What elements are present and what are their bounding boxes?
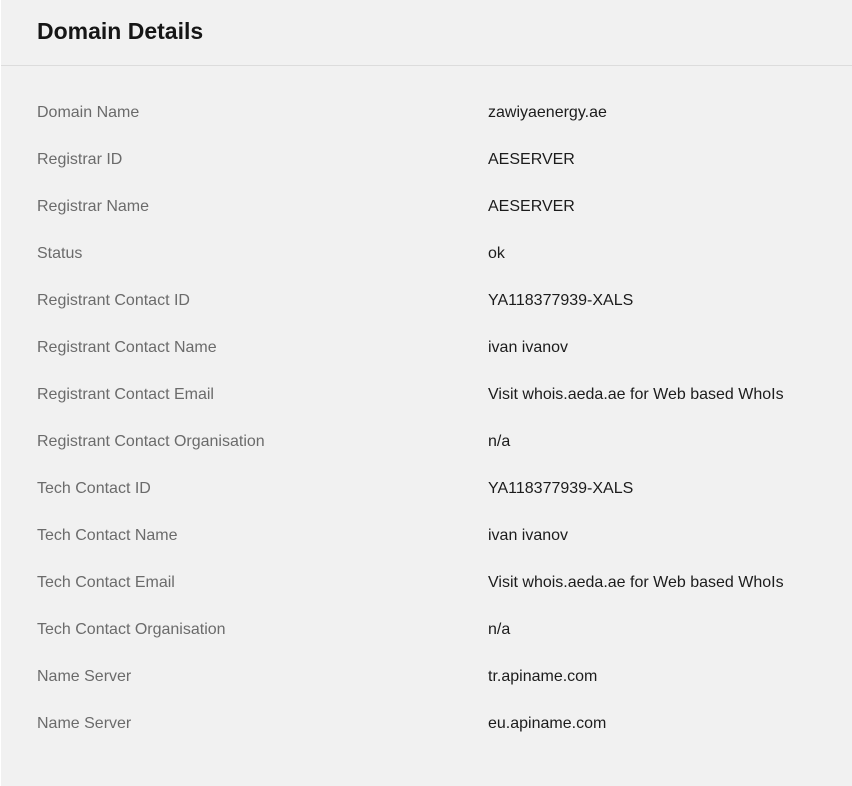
domain-details-card: Domain Details Domain Name zawiyaenergy.… (1, 0, 852, 786)
detail-label: Tech Contact Email (37, 574, 175, 591)
detail-value: AESERVER (488, 151, 575, 168)
details-list: Domain Name zawiyaenergy.ae Registrar ID… (1, 89, 852, 747)
detail-row-status: Status ok (1, 230, 852, 277)
detail-value: Visit whois.aeda.ae for Web based WhoIs (488, 386, 784, 403)
page-title: Domain Details (37, 18, 204, 44)
detail-label: Name Server (37, 715, 132, 732)
detail-label: Tech Contact Organisation (37, 621, 226, 638)
detail-value: YA118377939-XALS (488, 292, 634, 309)
detail-label: Domain Name (37, 104, 140, 121)
detail-value: zawiyaenergy.ae (488, 104, 607, 121)
detail-row-domain-name: Domain Name zawiyaenergy.ae (1, 89, 852, 136)
detail-row-registrant-contact-organisation: Registrant Contact Organisation n/a (1, 418, 852, 465)
detail-row-registrant-contact-name: Registrant Contact Name ivan ivanov (1, 324, 852, 371)
detail-label: Registrant Contact Name (37, 339, 217, 356)
card-header: Domain Details (1, 0, 852, 66)
detail-row-name-server-1: Name Server tr.apiname.com (1, 653, 852, 700)
detail-value: eu.apiname.com (488, 715, 607, 732)
detail-row-tech-contact-organisation: Tech Contact Organisation n/a (1, 606, 852, 653)
detail-label: Tech Contact ID (37, 480, 151, 497)
detail-value: ivan ivanov (488, 527, 569, 544)
detail-value: YA118377939-XALS (488, 480, 634, 497)
detail-label: Registrar Name (37, 198, 150, 215)
detail-label: Name Server (37, 668, 132, 685)
detail-row-registrar-id: Registrar ID AESERVER (1, 136, 852, 183)
detail-row-tech-contact-name: Tech Contact Name ivan ivanov (1, 512, 852, 559)
detail-value: AESERVER (488, 198, 575, 215)
detail-row-tech-contact-email: Tech Contact Email Visit whois.aeda.ae f… (1, 559, 852, 606)
detail-label: Status (37, 245, 83, 262)
detail-label: Registrant Contact ID (37, 292, 190, 309)
detail-label: Registrant Contact Email (37, 386, 214, 403)
detail-label: Registrant Contact Organisation (37, 433, 265, 450)
detail-row-name-server-2: Name Server eu.apiname.com (1, 700, 852, 747)
detail-value: n/a (488, 433, 511, 450)
detail-value: Visit whois.aeda.ae for Web based WhoIs (488, 574, 784, 591)
detail-value: tr.apiname.com (488, 668, 598, 685)
detail-value: ok (488, 245, 505, 262)
detail-label: Tech Contact Name (37, 527, 178, 544)
detail-row-registrar-name: Registrar Name AESERVER (1, 183, 852, 230)
detail-row-registrant-contact-email: Registrant Contact Email Visit whois.aed… (1, 371, 852, 418)
detail-value: ivan ivanov (488, 339, 569, 356)
detail-row-registrant-contact-id: Registrant Contact ID YA118377939-XALS (1, 277, 852, 324)
detail-label: Registrar ID (37, 151, 123, 168)
detail-value: n/a (488, 621, 511, 638)
detail-row-tech-contact-id: Tech Contact ID YA118377939-XALS (1, 465, 852, 512)
